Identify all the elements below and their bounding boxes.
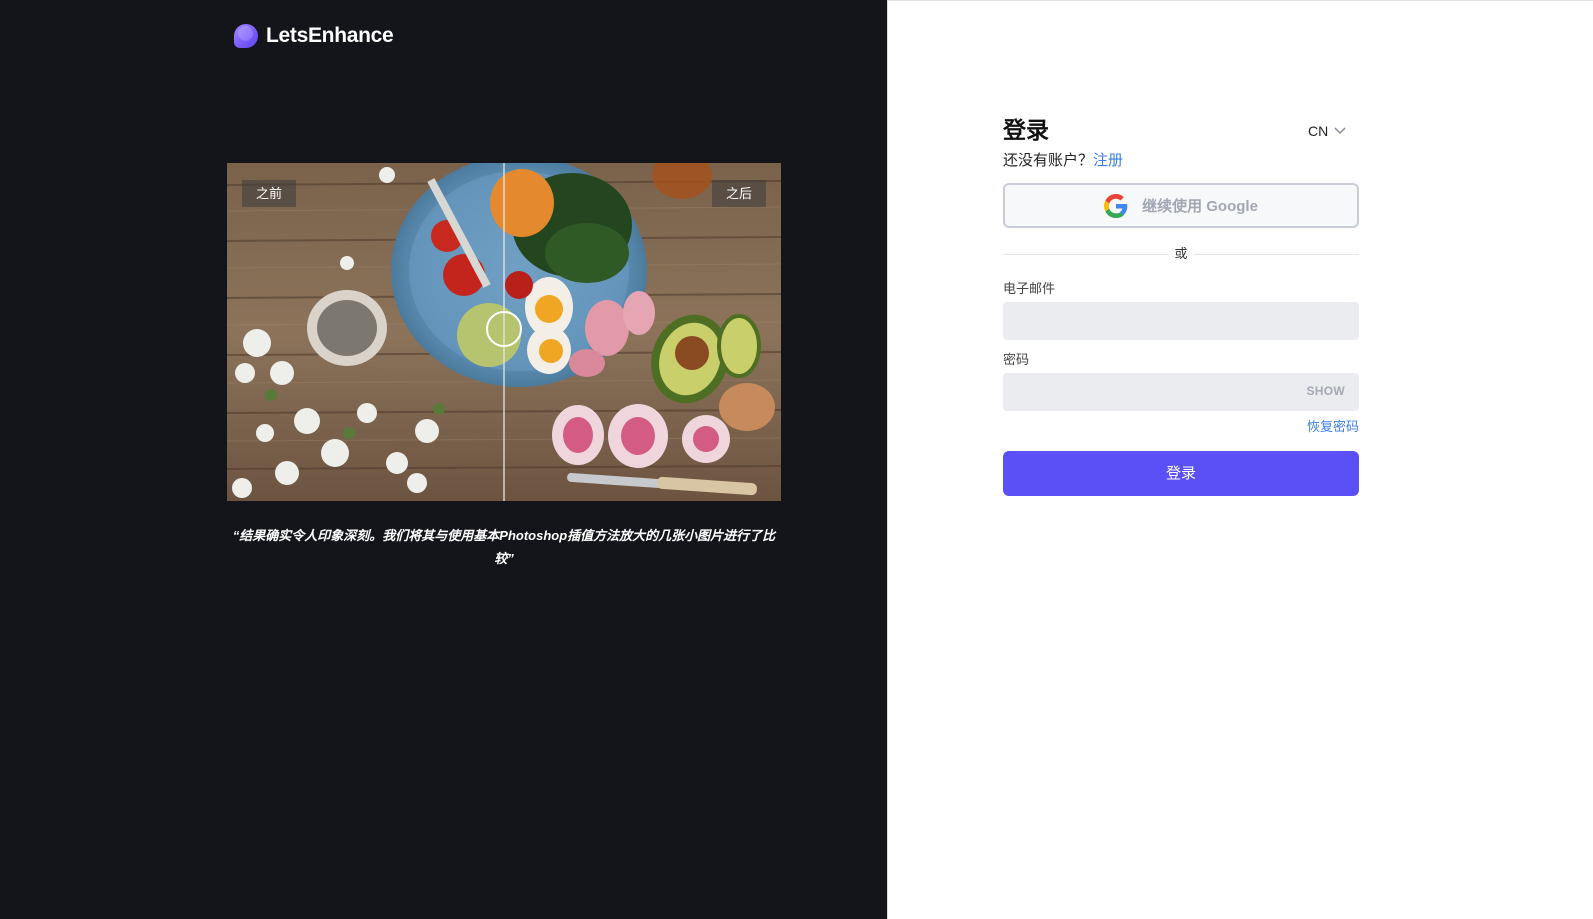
chevron-down-icon — [1334, 127, 1346, 135]
circle-handle-icon[interactable] — [486, 311, 522, 347]
google-signin-button[interactable]: 继续使用 Google — [1003, 183, 1359, 228]
after-label: 之后 — [711, 180, 766, 207]
password-field-wrapper: SHOW — [1003, 373, 1359, 411]
show-password-toggle[interactable]: SHOW — [1306, 384, 1345, 398]
language-code: CN — [1308, 123, 1329, 139]
testimonial-quote: “结果确实令人印象深刻。我们将其与使用基本Photoshop插值方法放大的几张小… — [232, 528, 776, 566]
no-account-text: 还没有账户？ — [1003, 152, 1094, 169]
email-field[interactable] — [1003, 302, 1359, 340]
signup-prompt: 还没有账户？注册 — [1003, 151, 1359, 171]
brand-logo[interactable]: LetsEnhance — [234, 24, 394, 48]
letsenhance-logo-icon — [234, 24, 258, 48]
login-form: 登录 CN 还没有账户？注册 继续使用 Google 或 电子邮件 密码 SHO… — [1003, 113, 1359, 496]
email-label: 电子邮件 — [1003, 281, 1056, 296]
before-label: 之前 — [242, 180, 297, 207]
email-field-wrapper — [1003, 302, 1359, 340]
google-button-label: 继续使用 Google — [1142, 198, 1258, 215]
hero-panel: LetsEnhance 之前 之后 “结果确实令人印象深刻。我们将其与使用基本P… — [0, 0, 887, 919]
or-text: 或 — [1168, 244, 1194, 264]
login-submit-button[interactable]: 登录 — [1003, 451, 1359, 496]
brand-name: LetsEnhance — [266, 24, 394, 47]
signup-link[interactable]: 注册 — [1093, 152, 1123, 169]
password-label: 密码 — [1003, 352, 1030, 367]
google-g-icon — [1104, 193, 1128, 218]
or-divider: 或 — [1003, 244, 1359, 264]
recover-password-link[interactable]: 恢复密码 — [1003, 418, 1359, 436]
page-title: 登录 — [1003, 117, 1049, 143]
language-selector[interactable]: CN — [1308, 123, 1346, 139]
before-after-image[interactable]: 之前 之后 — [227, 163, 781, 501]
